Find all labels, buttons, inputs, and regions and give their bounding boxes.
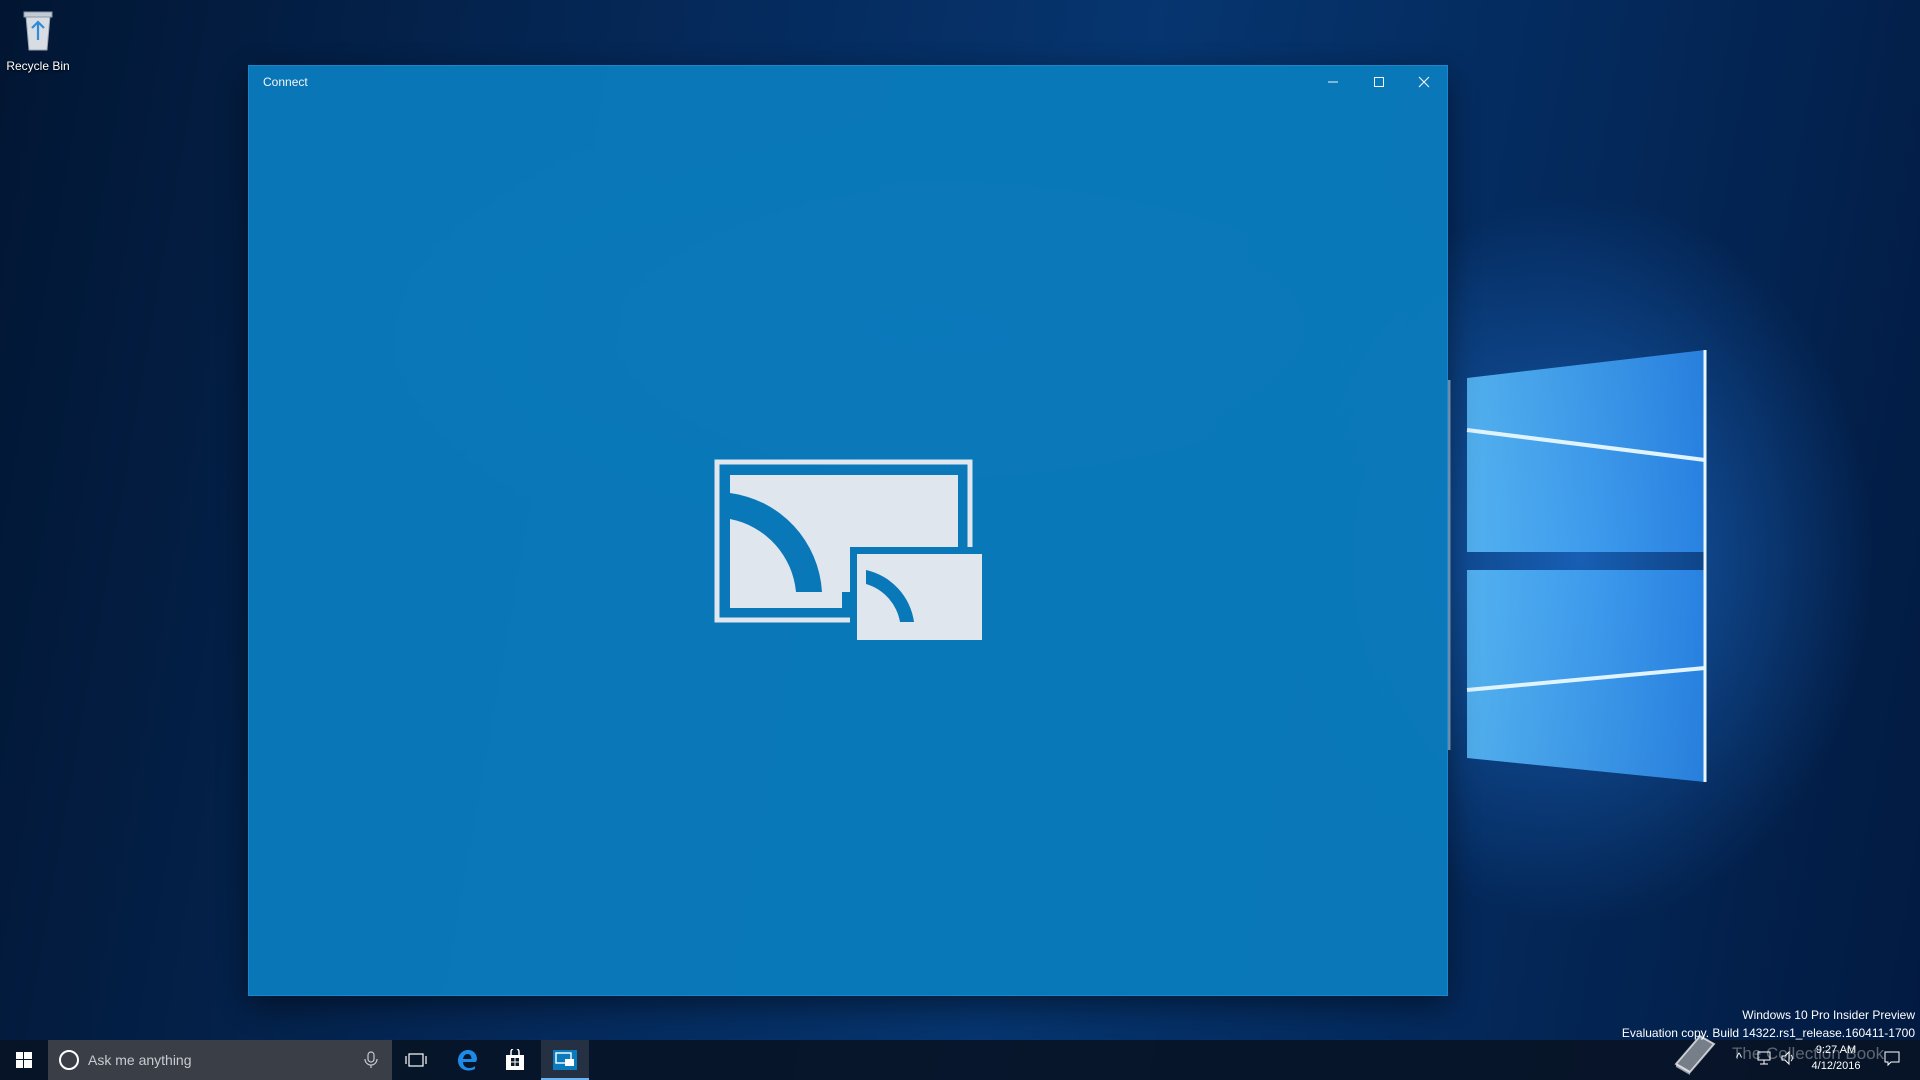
- watermark-line-edition: Windows 10 Pro Insider Preview: [1742, 1008, 1915, 1022]
- store-icon: [506, 1049, 524, 1070]
- maximize-button[interactable]: [1356, 66, 1402, 98]
- minimize-button[interactable]: [1310, 66, 1356, 98]
- recycle-bin-label: Recycle Bin: [6, 59, 70, 73]
- minimize-icon: [1328, 81, 1338, 83]
- cortana-icon: [59, 1050, 79, 1070]
- maximize-icon: [1374, 77, 1384, 87]
- collection-book-watermark: The Collection Book: [1670, 1030, 1900, 1078]
- taskbar: Ask me anything ^ 9:27 AM 4/12/2016: [0, 1040, 1920, 1080]
- desktop: Recycle Bin Connect Windows 10 Pro Insid…: [0, 0, 1920, 1080]
- search-placeholder: Ask me anything: [88, 1052, 192, 1068]
- windows-start-icon: [16, 1052, 32, 1068]
- recycle-bin-shortcut[interactable]: Recycle Bin: [4, 6, 72, 78]
- microphone-icon[interactable]: [363, 1051, 379, 1069]
- recycle-bin-icon: [23, 11, 53, 51]
- start-button[interactable]: [0, 1040, 48, 1080]
- edge-taskbar-button[interactable]: [443, 1040, 491, 1080]
- connect-cast-icon: [714, 459, 982, 640]
- task-view-icon: [405, 1053, 427, 1067]
- connect-app-window[interactable]: Connect: [249, 66, 1447, 995]
- task-view-button[interactable]: [392, 1040, 440, 1080]
- connect-app-icon: [553, 1050, 577, 1070]
- close-icon: [1418, 76, 1430, 88]
- close-button[interactable]: [1401, 66, 1447, 98]
- title-bar[interactable]: Connect: [249, 66, 1447, 98]
- edge-icon: [458, 1050, 477, 1071]
- connect-taskbar-button[interactable]: [541, 1040, 589, 1080]
- collection-book-text: The Collection Book: [1732, 1044, 1885, 1063]
- cortana-search-box[interactable]: Ask me anything: [48, 1040, 392, 1080]
- store-taskbar-button[interactable]: [491, 1040, 539, 1080]
- window-title: Connect: [263, 75, 308, 89]
- book-logo-icon: [1674, 1034, 1716, 1075]
